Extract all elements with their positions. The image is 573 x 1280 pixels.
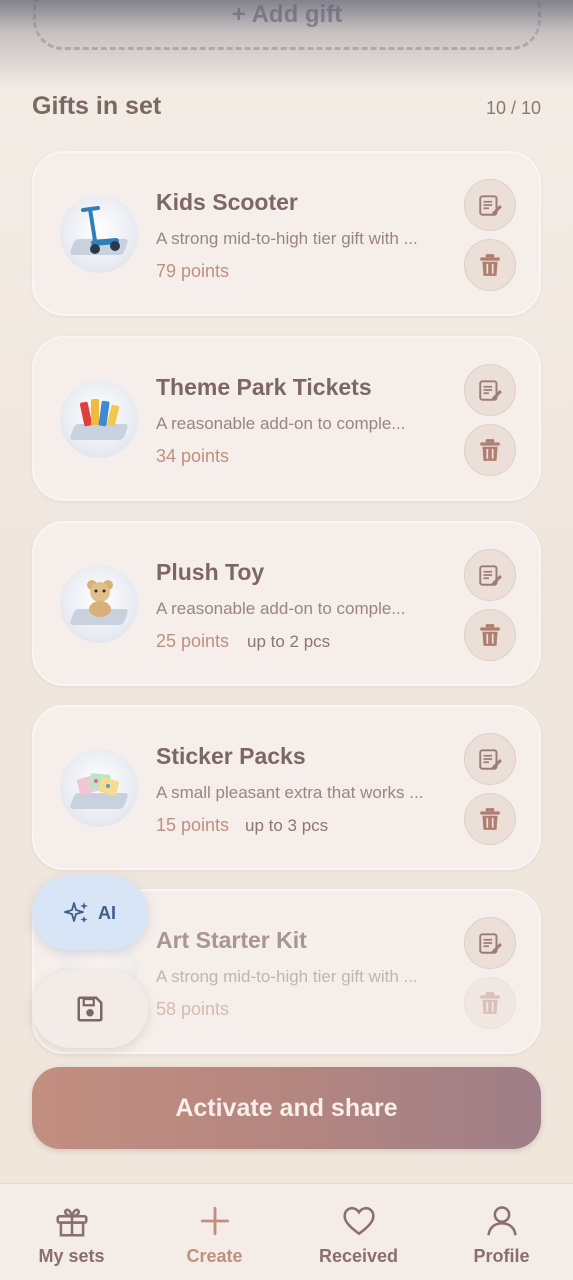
gift-points: 79 points: [156, 261, 230, 281]
edit-gift-button[interactable]: [464, 549, 516, 601]
gift-points: 15 points: [156, 815, 230, 835]
gift-card-theme-park-tickets[interactable]: Theme Park Tickets A reasonable add-on t…: [32, 336, 541, 501]
gift-image-sticker-packs: [60, 749, 138, 827]
nav-label: Create: [186, 1246, 243, 1266]
section-title: Gifts in set: [32, 92, 162, 120]
nav-item-my-sets[interactable]: My sets: [0, 1184, 143, 1280]
gift-image-plush-toy: [60, 565, 138, 643]
trash-icon: [480, 992, 500, 1014]
gift-title: Sticker Packs: [156, 743, 306, 769]
gift-title: Kids Scooter: [156, 189, 298, 215]
delete-gift-button[interactable]: [464, 609, 516, 661]
trash-icon: [480, 624, 500, 646]
edit-note-icon: [479, 380, 502, 401]
nav-item-profile[interactable]: Profile: [430, 1184, 573, 1280]
gift-count: 10 / 10: [485, 98, 541, 118]
heart-icon: [342, 1206, 375, 1236]
delete-gift-button[interactable]: [464, 793, 516, 845]
edit-gift-button[interactable]: [464, 917, 516, 969]
gift-description: A reasonable add-on to comple...: [156, 414, 406, 433]
gift-points: 25 points: [156, 631, 230, 651]
delete-gift-button[interactable]: [464, 424, 516, 476]
edit-note-icon: [479, 749, 502, 770]
edit-gift-button[interactable]: [464, 179, 516, 231]
gift-description: A small pleasant extra that works ...: [156, 783, 424, 802]
plus-icon: [200, 1206, 229, 1236]
edit-gift-button[interactable]: [464, 733, 516, 785]
gift-title: Art Starter Kit: [156, 927, 307, 953]
nav-label: My sets: [38, 1246, 105, 1266]
bottom-navigation: My sets Create Received Profile: [0, 1183, 573, 1280]
gift-card-kids-scooter[interactable]: Kids Scooter A strong mid-to-high tier g…: [32, 151, 541, 316]
save-button[interactable]: [32, 970, 148, 1048]
user-icon: [486, 1206, 517, 1236]
activate-and-share-button[interactable]: Activate and share: [32, 1067, 541, 1149]
edit-gift-button[interactable]: [464, 364, 516, 416]
ai-assistant-button[interactable]: AI: [32, 876, 148, 950]
gift-description: A strong mid-to-high tier gift with ...: [156, 229, 418, 248]
ai-button-label: AI: [98, 902, 116, 923]
nav-item-create[interactable]: Create: [143, 1184, 286, 1280]
gift-title: Plush Toy: [156, 559, 265, 585]
delete-gift-button[interactable]: [464, 977, 516, 1029]
gift-description: A reasonable add-on to comple...: [156, 599, 406, 618]
edit-note-icon: [479, 195, 502, 216]
sparkles-icon: [64, 902, 88, 923]
trash-icon: [480, 439, 500, 461]
gift-points: 58 points: [156, 999, 230, 1019]
edit-note-icon: [479, 565, 502, 586]
edit-note-icon: [479, 933, 502, 954]
gift-icon: [55, 1208, 88, 1237]
gift-image-tickets: [60, 380, 138, 458]
add-gift-button[interactable]: + Add gift: [33, 0, 541, 50]
nav-label: Profile: [473, 1246, 530, 1266]
trash-icon: [480, 808, 500, 830]
gift-quantity-limit: up to 2 pcs: [247, 632, 331, 651]
gift-description: A strong mid-to-high tier gift with ...: [156, 967, 418, 986]
gift-points: 34 points: [156, 446, 230, 466]
delete-gift-button[interactable]: [464, 239, 516, 291]
gift-card-sticker-packs[interactable]: Sticker Packs A small pleasant extra tha…: [32, 705, 541, 870]
save-icon: [77, 996, 103, 1022]
nav-item-received[interactable]: Received: [287, 1184, 430, 1280]
trash-icon: [480, 254, 500, 276]
gift-card-plush-toy[interactable]: Plush Toy A reasonable add-on to comple.…: [32, 521, 541, 686]
gift-image-scooter: [60, 195, 138, 273]
gift-quantity-limit: up to 3 pcs: [245, 816, 329, 835]
gift-title: Theme Park Tickets: [156, 374, 372, 400]
nav-label: Received: [318, 1246, 399, 1266]
